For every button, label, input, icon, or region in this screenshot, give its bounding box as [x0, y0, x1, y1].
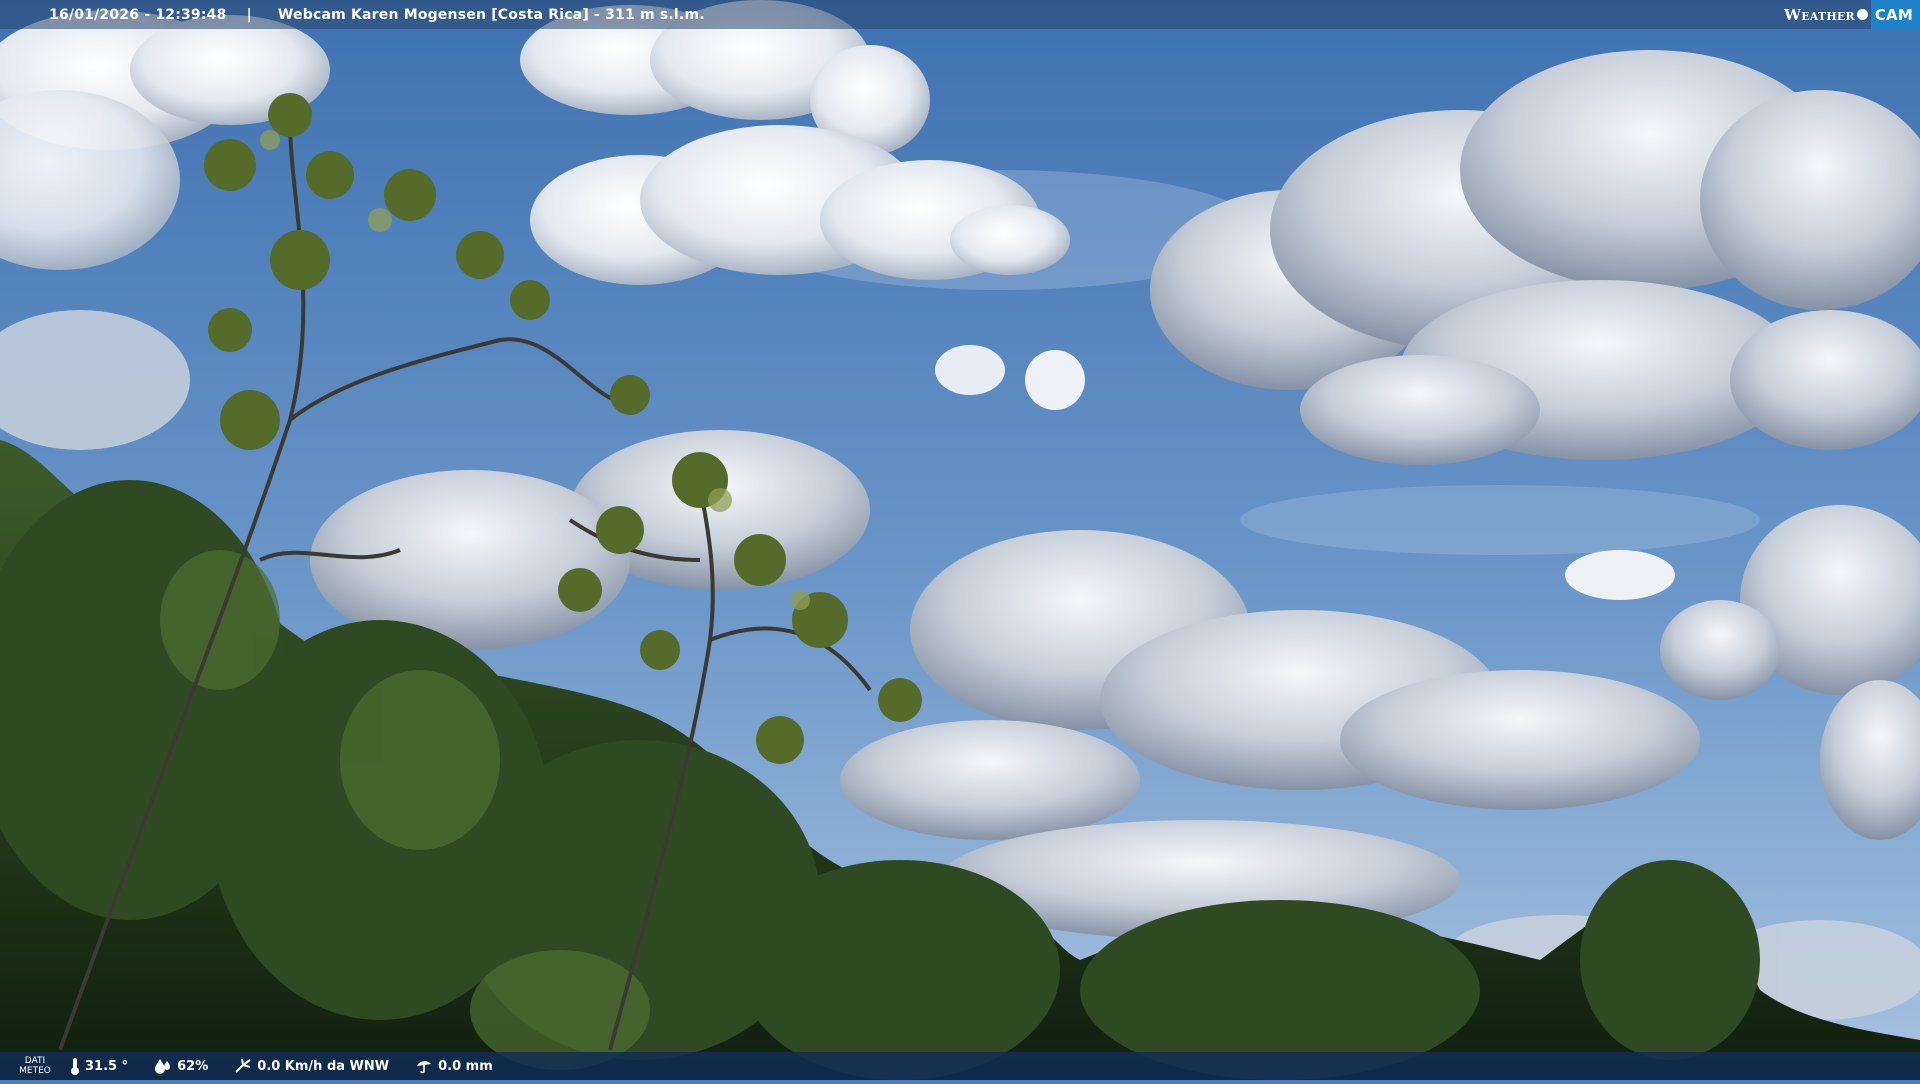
thermometer-icon	[71, 1058, 79, 1075]
webcam-image	[0, 0, 1920, 1080]
webcam-title: Webcam Karen Mogensen [Costa Rica] - 311…	[277, 6, 705, 23]
rain-readout: 0.0 mm	[415, 1058, 493, 1074]
humidity-value: 62%	[177, 1058, 209, 1074]
landscape-view	[0, 0, 1920, 1080]
weathercam-logo[interactable]: Weather CAM	[1784, 0, 1920, 29]
rain-value: 0.0 mm	[438, 1058, 493, 1074]
humidity-readout: 62%	[154, 1058, 208, 1074]
temperature-value: 31.5 °	[85, 1058, 129, 1074]
brand-weather: Weather	[1784, 5, 1855, 24]
temperature-readout: 31.5 °	[70, 1057, 128, 1075]
dati-meteo-label[interactable]: DATI METEO	[0, 1056, 70, 1076]
logo-dot-icon	[1856, 9, 1868, 20]
meteo-label: METEO	[19, 1066, 51, 1076]
wind-icon	[235, 1058, 251, 1073]
wind-value: 0.0 Km/h da WNW	[257, 1058, 390, 1074]
header-bar: 16/01/2026 - 12:39:48 | Webcam Karen Mog…	[0, 0, 1920, 29]
rain-icon	[417, 1061, 432, 1074]
dati-label: DATI	[24, 1056, 46, 1066]
wind-readout: 0.0 Km/h da WNW	[234, 1058, 389, 1074]
humidity-icon	[155, 1059, 171, 1074]
timestamp: 16/01/2026 - 12:39:48	[49, 6, 227, 23]
brand-cam: CAM	[1870, 0, 1920, 29]
weather-data-bar: DATI METEO 31.5 ° 62% 0.0 Km/h da WNW 0.…	[0, 1052, 1920, 1080]
header-separator: |	[246, 6, 252, 23]
